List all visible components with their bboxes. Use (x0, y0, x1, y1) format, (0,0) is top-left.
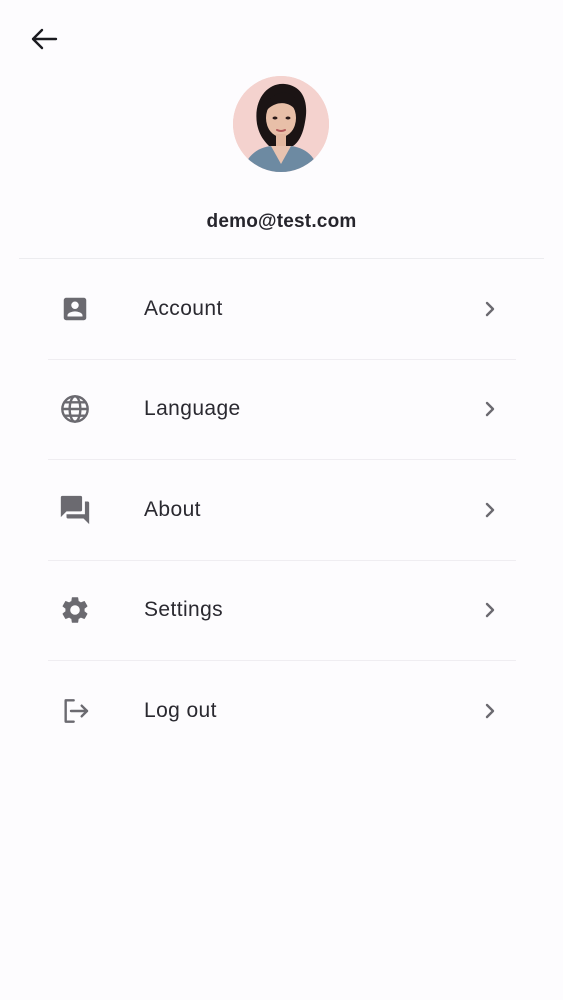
chevron-right-icon (482, 500, 498, 520)
gear-icon (58, 593, 92, 627)
menu-item-language[interactable]: Language (48, 360, 516, 460)
user-email: demo@test.com (206, 211, 357, 232)
avatar[interactable] (233, 76, 329, 172)
forum-icon (58, 493, 92, 527)
globe-icon (58, 392, 92, 426)
avatar-image (233, 76, 329, 172)
menu-item-label: About (144, 497, 201, 521)
chevron-right-icon (482, 299, 498, 319)
back-button[interactable] (24, 22, 64, 56)
menu-item-logout[interactable]: Log out (48, 661, 516, 762)
menu-item-label: Language (144, 397, 241, 421)
menu-item-account[interactable]: Account (48, 259, 516, 360)
arrow-left-icon (31, 28, 58, 50)
chevron-right-icon (482, 600, 498, 620)
menu-item-label: Settings (144, 598, 224, 622)
chevron-right-icon (482, 701, 498, 721)
settings-menu: Account Language About Settings Log out (48, 259, 516, 762)
menu-item-settings[interactable]: Settings (48, 561, 516, 661)
logout-icon (58, 694, 92, 728)
account-box-icon (58, 292, 92, 326)
menu-item-label: Account (144, 296, 223, 320)
profile-screen: demo@test.com Account Language About Set… (0, 0, 563, 1000)
menu-item-label: Log out (144, 699, 217, 723)
menu-item-about[interactable]: About (48, 460, 516, 561)
chevron-right-icon (482, 399, 498, 419)
